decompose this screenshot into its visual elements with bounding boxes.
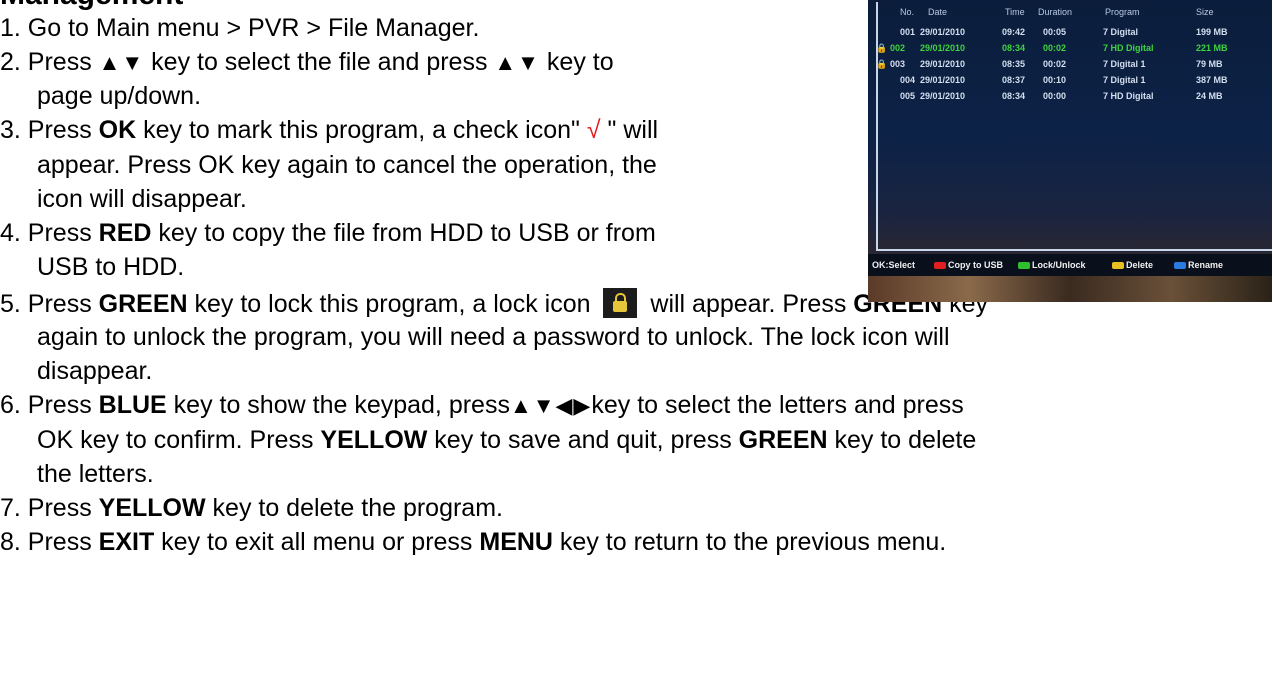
step-2: 2. Press ▲▼ key to select the file and p…: [0, 48, 614, 76]
yellow-key-icon: [1112, 262, 1124, 270]
step-8: 8. Press EXIT key to exit all menu or pr…: [0, 528, 947, 556]
step-5-cont: again to unlock the program, you will ne…: [37, 323, 950, 351]
step-5: 5. Press GREEN key to lock this program,…: [0, 288, 989, 318]
step-2-cont: page up/down.: [37, 82, 202, 110]
step-6-cont2: the letters.: [37, 460, 154, 488]
function-key-bar: OK:Select Copy to USB Lock/Unlock Delete…: [868, 254, 1272, 276]
red-key-icon: [934, 262, 946, 270]
delete-hint: Delete: [1112, 254, 1153, 276]
file-row[interactable]: 005 29/01/2010 08:34 00:00 7 HD Digital …: [868, 88, 1272, 104]
file-row[interactable]: 001 29/01/2010 09:42 00:05 7 Digital 199…: [868, 24, 1272, 40]
lock-icon: 🔒: [876, 43, 888, 53]
file-table-header: No. Date Time Duration Program Size: [900, 7, 1214, 17]
up-down-arrows-icon: ▲▼: [98, 50, 145, 75]
step-3-cont2: icon will disappear.: [37, 185, 247, 213]
green-key-icon: [1018, 262, 1030, 270]
step-4: 4. Press RED key to copy the file from H…: [0, 219, 656, 247]
file-row[interactable]: 🔒 003 29/01/2010 08:35 00:02 7 Digital 1…: [868, 56, 1272, 72]
file-manager-screenshot: No. Date Time Duration Program Size 001 …: [868, 0, 1272, 302]
step-4-cont: USB to HDD.: [37, 253, 185, 281]
step-6-cont: OK key to confirm. Press YELLOW key to s…: [37, 426, 977, 454]
step-6: 6. Press BLUE key to show the keypad, pr…: [0, 391, 964, 419]
step-7: 7. Press YELLOW key to delete the progra…: [0, 494, 503, 522]
ok-select-hint: OK:Select: [872, 260, 916, 270]
step-1: 1. Go to Main menu > PVR > File Manager.: [0, 14, 480, 42]
blue-key-icon: [1174, 262, 1186, 270]
rename-hint: Rename: [1174, 254, 1223, 276]
direction-arrows-icon: ▲▼◀▶: [509, 393, 592, 418]
file-row[interactable]: 004 29/01/2010 08:37 00:10 7 Digital 1 3…: [868, 72, 1272, 88]
lock-icon: 🔒: [876, 59, 888, 69]
lock-icon: [603, 288, 638, 318]
step-3: 3. Press OK key to mark this program, a …: [0, 116, 659, 144]
step-3-cont: appear. Press OK key again to cancel the…: [37, 151, 657, 179]
check-icon: √: [586, 116, 601, 144]
copy-to-usb-hint: Copy to USB: [934, 254, 1003, 276]
section-heading: Management: [0, 0, 183, 12]
lock-unlock-hint: Lock/Unlock: [1018, 254, 1086, 276]
file-row-selected[interactable]: 🔒 002 29/01/2010 08:34 00:02 7 HD Digita…: [868, 40, 1272, 56]
page-up-down-icon: ▲▼: [494, 50, 540, 75]
step-5-cont2: disappear.: [37, 357, 153, 385]
background-image-strip: [868, 276, 1272, 302]
